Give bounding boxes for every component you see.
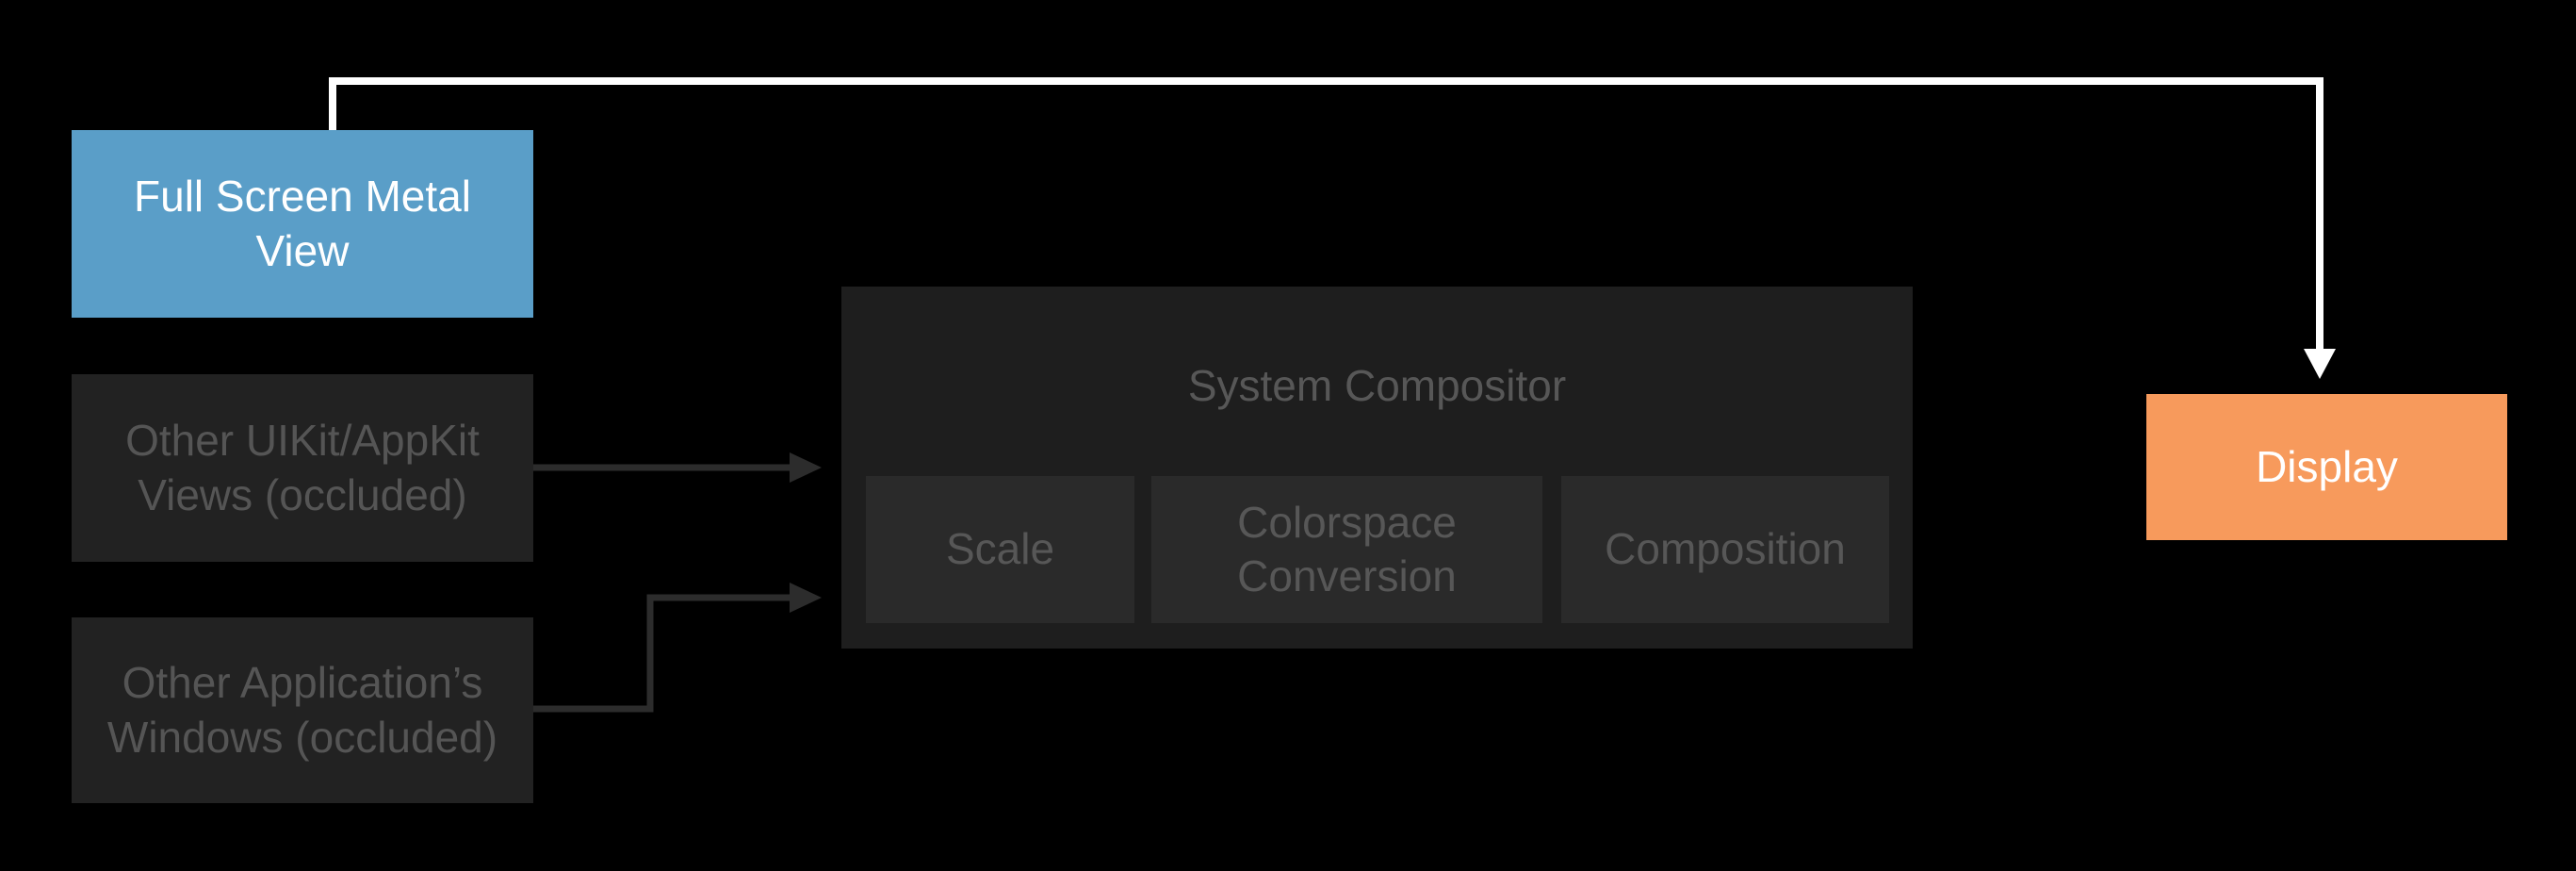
composition-stage-label: Composition <box>1605 524 1846 574</box>
otherapp-to-compositor-line <box>533 594 793 713</box>
colorspace-conversion-stage: Colorspace Conversion <box>1151 476 1542 623</box>
uikit-appkit-views-node: Other UIKit/AppKit Views (occluded) <box>72 374 533 562</box>
otherapp-arrowhead-icon <box>790 583 822 613</box>
full-screen-metal-view-label: Full Screen Metal View <box>134 172 471 275</box>
display-label: Display <box>2256 441 2398 491</box>
system-compositor-title: System Compositor <box>1187 361 1567 410</box>
colorspace-conversion-stage-label: Colorspace Conversion <box>1237 497 1457 601</box>
full-screen-metal-view-node: Full Screen Metal View <box>72 130 533 318</box>
uikit-arrowhead-icon <box>790 452 822 483</box>
composition-stage: Composition <box>1561 476 1889 623</box>
scale-stage-label: Scale <box>945 524 1055 574</box>
uikit-appkit-views-label: Other UIKit/AppKit Views (occluded) <box>125 416 480 519</box>
system-compositor-node: System Compositor Scale Colorspace Conve… <box>841 287 1913 649</box>
display-arrowhead-icon <box>2304 349 2336 379</box>
display-node: Display <box>2146 394 2507 540</box>
scale-stage: Scale <box>866 476 1134 623</box>
other-application-windows-node: Other Application’s Windows (occluded) <box>72 617 533 803</box>
other-application-windows-label: Other Application’s Windows (occluded) <box>106 658 498 762</box>
